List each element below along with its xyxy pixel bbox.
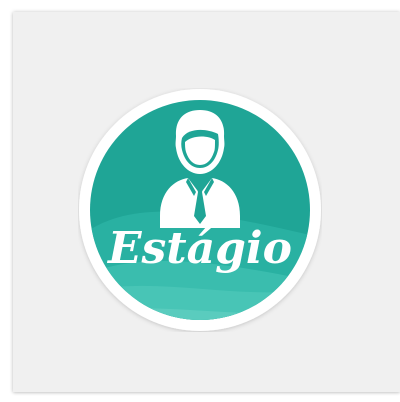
badge-graphic: Estágio <box>79 89 321 331</box>
image-card: Estágio <box>13 12 400 392</box>
estagio-badge: Estágio <box>78 88 322 332</box>
badge-label: Estágio <box>106 223 292 274</box>
